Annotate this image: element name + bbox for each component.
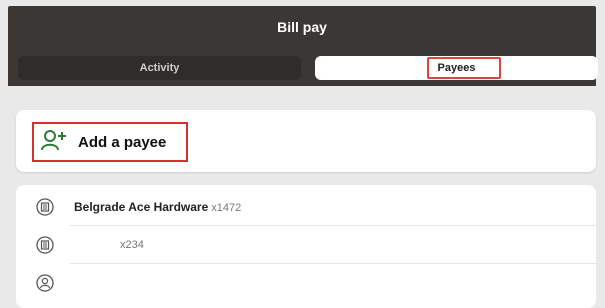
payee-row[interactable]: x234 — [16, 227, 596, 263]
building-icon — [36, 198, 54, 216]
divider — [70, 263, 596, 264]
payee-row[interactable]: Belgrade Ace Hardware x1472 — [16, 189, 596, 225]
tab-activity-label: Activity — [139, 62, 180, 74]
page-title: Bill pay — [277, 19, 327, 35]
payee-row[interactable] — [16, 265, 596, 301]
person-icon — [36, 274, 54, 292]
tab-activity[interactable]: Activity — [18, 56, 301, 80]
add-person-icon — [40, 128, 68, 156]
payee-account: x1472 — [211, 202, 242, 214]
divider — [70, 225, 596, 226]
payee-name-text: Belgrade Ace Hardware — [74, 200, 209, 214]
payee-name: Belgrade Ace Hardware x1472 — [74, 200, 241, 214]
payee-list: Belgrade Ace Hardware x1472 x234 — [16, 185, 596, 308]
tab-payees-label: Payees — [437, 62, 476, 74]
bill-pay-header: Bill pay — [8, 6, 596, 48]
payee-account: x234 — [120, 239, 144, 251]
tab-payees[interactable]: Payees — [315, 56, 598, 80]
add-payee-button[interactable]: Add a payee — [32, 122, 188, 162]
add-payee-label: Add a payee — [78, 133, 167, 151]
tab-bar: Activity Payees — [8, 48, 598, 86]
building-icon — [36, 236, 54, 254]
segmented-control: Activity Payees — [18, 56, 598, 80]
